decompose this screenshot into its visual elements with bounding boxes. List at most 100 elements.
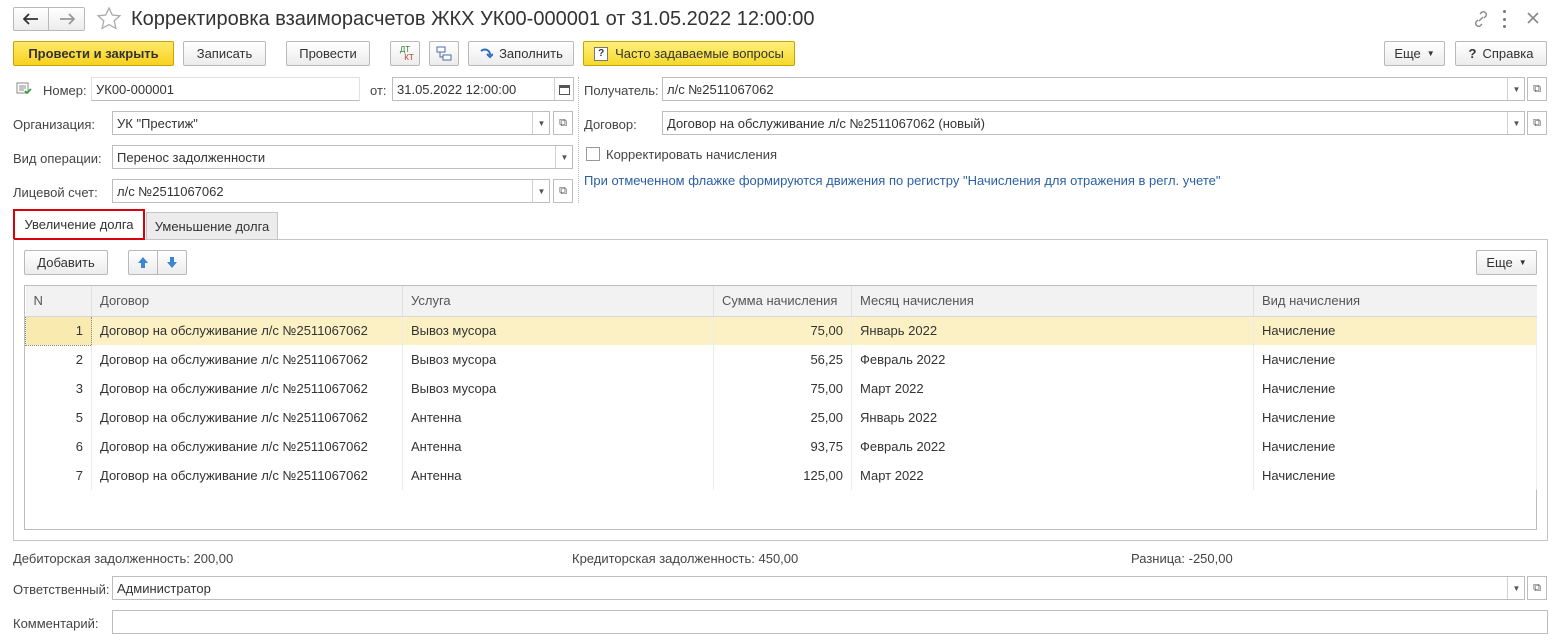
cell-month[interactable]: Январь 2022 [851, 316, 1254, 345]
cell-n[interactable]: 6 [25, 432, 92, 461]
contract-dropdown-icon[interactable]: ▼ [1507, 112, 1524, 134]
tab-decrease-debt[interactable]: Уменьшение долга [146, 212, 278, 239]
favorite-star-icon[interactable] [96, 6, 122, 32]
organization-field[interactable]: УК "Престиж" ▼ [112, 111, 550, 135]
correct-accruals-label[interactable]: Корректировать начисления [606, 147, 777, 162]
column-header-n[interactable]: N [25, 286, 92, 317]
table-row[interactable]: 3 Договор на обслуживание л/с №251106706… [25, 374, 1537, 403]
post-button[interactable]: Провести [286, 41, 370, 66]
move-up-button[interactable] [128, 250, 158, 275]
cell-month[interactable]: Март 2022 [851, 461, 1254, 490]
cell-month[interactable]: Март 2022 [851, 374, 1254, 403]
cell-month[interactable]: Февраль 2022 [851, 432, 1254, 461]
number-field[interactable]: УК00-000001 [91, 77, 360, 101]
cell-amount[interactable]: 25,00 [713, 403, 852, 432]
move-down-button[interactable] [157, 250, 187, 275]
faq-button[interactable]: ? Часто задаваемые вопросы [583, 41, 795, 66]
cell-n[interactable]: 5 [25, 403, 92, 432]
personal-account-dropdown-icon[interactable]: ▼ [532, 180, 549, 202]
cell-contract[interactable]: Договор на обслуживание л/с №2511067062 [91, 403, 403, 432]
cell-service[interactable]: Вывоз мусора [402, 374, 714, 403]
cell-service[interactable]: Антенна [402, 403, 714, 432]
column-header-contract[interactable]: Договор [91, 286, 403, 317]
forward-button[interactable] [49, 7, 85, 31]
cell-kind[interactable]: Начисление [1253, 432, 1537, 461]
cell-month[interactable]: Февраль 2022 [851, 345, 1254, 374]
contract-open-icon[interactable]: ⧉ [1527, 111, 1547, 135]
table-row[interactable]: 1 Договор на обслуживание л/с №251106706… [25, 315, 1537, 346]
column-header-kind[interactable]: Вид начисления [1253, 286, 1537, 317]
back-button[interactable] [13, 7, 49, 31]
responsible-open-icon[interactable]: ⧉ [1527, 576, 1547, 600]
cell-n[interactable]: 3 [25, 374, 92, 403]
table-row[interactable]: 5 Договор на обслуживание л/с №251106706… [25, 403, 1537, 432]
tab-increase-debt[interactable]: Увеличение долга [13, 209, 145, 240]
cell-amount[interactable]: 75,00 [713, 374, 852, 403]
operation-type-dropdown-icon[interactable]: ▼ [555, 146, 572, 168]
organization-open-icon[interactable]: ⧉ [553, 111, 573, 135]
cell-n[interactable]: 7 [25, 461, 92, 490]
organization-label: Организация: [13, 117, 96, 132]
structure-button[interactable] [429, 41, 459, 66]
cell-month[interactable]: Январь 2022 [851, 403, 1254, 432]
cell-contract[interactable]: Договор на обслуживание л/с №2511067062 [91, 374, 403, 403]
structure-icon [436, 46, 452, 60]
cell-service[interactable]: Вывоз мусора [402, 345, 714, 374]
table-row[interactable]: 7 Договор на обслуживание л/с №251106706… [25, 461, 1537, 490]
fill-button[interactable]: Заполнить [468, 41, 574, 66]
personal-account-open-icon[interactable]: ⧉ [553, 179, 573, 203]
responsible-label: Ответственный: [13, 582, 110, 597]
help-button[interactable]: ? Справка [1455, 41, 1547, 66]
add-row-button[interactable]: Добавить [24, 250, 108, 275]
operation-type-field[interactable]: Перенос задолженности ▼ [112, 145, 573, 169]
cell-amount[interactable]: 125,00 [713, 461, 852, 490]
personal-account-value: л/с №2511067062 [117, 184, 224, 199]
responsible-dropdown-icon[interactable]: ▼ [1507, 577, 1524, 599]
dt-kt-button[interactable]: ДТ КТ [390, 41, 420, 66]
personal-account-field[interactable]: л/с №2511067062 ▼ [112, 179, 550, 203]
cell-amount[interactable]: 93,75 [713, 432, 852, 461]
more-button[interactable]: Еще ▼ [1384, 41, 1445, 66]
comment-input[interactable] [112, 610, 1548, 634]
close-icon[interactable] [1525, 10, 1541, 26]
cell-kind[interactable]: Начисление [1253, 345, 1537, 374]
post-and-close-button[interactable]: Провести и закрыть [13, 41, 174, 66]
organization-dropdown-icon[interactable]: ▼ [532, 112, 549, 134]
recipient-open-icon[interactable]: ⧉ [1527, 77, 1547, 101]
table-more-button[interactable]: Еще ▼ [1476, 250, 1537, 275]
cell-service[interactable]: Антенна [402, 461, 714, 490]
cell-amount[interactable]: 75,00 [713, 316, 852, 345]
recipient-field[interactable]: л/с №2511067062 ▼ [662, 77, 1525, 101]
cell-contract[interactable]: Договор на обслуживание л/с №2511067062 [91, 316, 403, 345]
column-header-service[interactable]: Услуга [402, 286, 714, 317]
correct-accruals-checkbox[interactable] [586, 147, 600, 161]
cell-kind[interactable]: Начисление [1253, 403, 1537, 432]
contract-field[interactable]: Договор на обслуживание л/с №2511067062 … [662, 111, 1525, 135]
calendar-icon[interactable] [554, 78, 573, 100]
cell-kind[interactable]: Начисление [1253, 316, 1537, 345]
responsible-field[interactable]: Администратор ▼ [112, 576, 1525, 600]
more-vert-icon[interactable] [1500, 10, 1508, 28]
chevron-down-icon: ▼ [1518, 258, 1527, 267]
column-header-amount[interactable]: Сумма начисления [713, 286, 852, 317]
date-field[interactable]: 31.05.2022 12:00:00 [392, 77, 574, 101]
document-icon [16, 82, 32, 96]
recipient-dropdown-icon[interactable]: ▼ [1507, 78, 1524, 100]
table-row[interactable]: 6 Договор на обслуживание л/с №251106706… [25, 432, 1537, 461]
faq-label: Часто задаваемые вопросы [615, 46, 784, 61]
cell-service[interactable]: Вывоз мусора [402, 316, 714, 345]
table-row[interactable]: 2 Договор на обслуживание л/с №251106706… [25, 345, 1537, 374]
cell-amount[interactable]: 56,25 [713, 345, 852, 374]
cell-kind[interactable]: Начисление [1253, 374, 1537, 403]
credit-debt-total: Кредиторская задолженность: 450,00 [572, 551, 799, 566]
save-button[interactable]: Записать [183, 41, 266, 66]
cell-contract[interactable]: Договор на обслуживание л/с №2511067062 [91, 432, 403, 461]
cell-n[interactable]: 1 [25, 315, 92, 346]
link-icon[interactable] [1472, 10, 1490, 28]
cell-service[interactable]: Антенна [402, 432, 714, 461]
column-header-month[interactable]: Месяц начисления [851, 286, 1254, 317]
cell-kind[interactable]: Начисление [1253, 461, 1537, 490]
cell-n[interactable]: 2 [25, 345, 92, 374]
cell-contract[interactable]: Договор на обслуживание л/с №2511067062 [91, 345, 403, 374]
cell-contract[interactable]: Договор на обслуживание л/с №2511067062 [91, 461, 403, 490]
